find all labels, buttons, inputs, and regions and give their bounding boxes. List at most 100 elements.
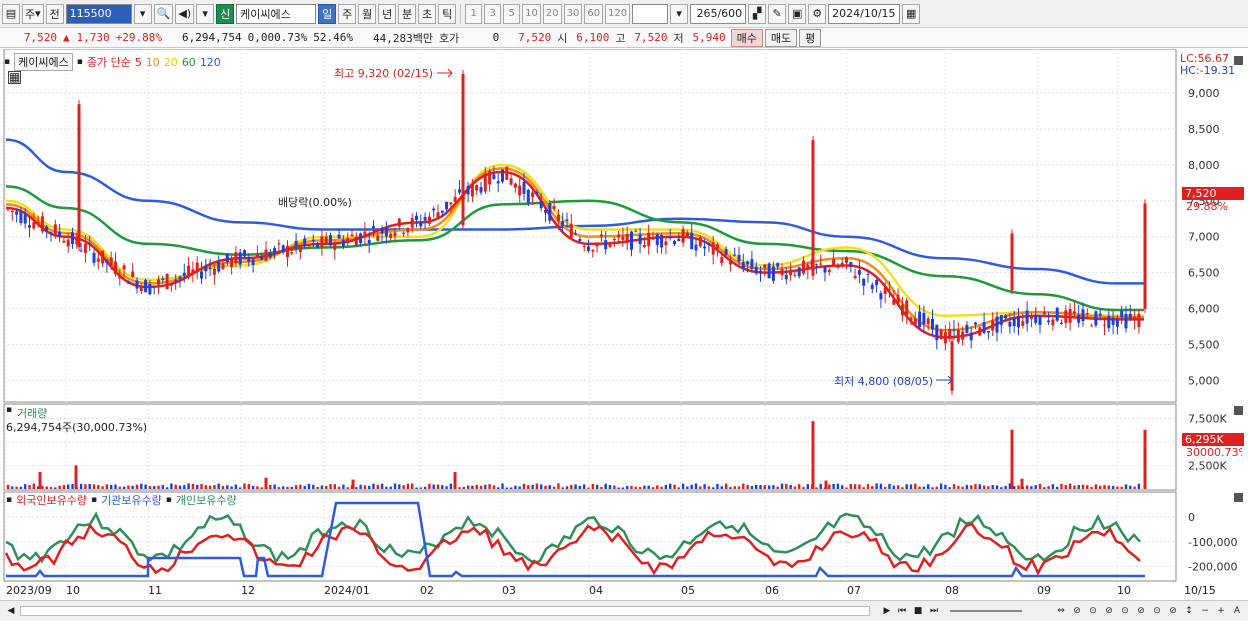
speaker-dropdown-icon[interactable]: ▾ <box>196 3 215 24</box>
interval-30[interactable]: 30 <box>563 3 583 24</box>
stock-name-label[interactable]: 케이씨에스 <box>14 53 73 71</box>
volume-bar <box>1038 483 1042 489</box>
zoom-in-icon[interactable]: + <box>1214 604 1228 618</box>
candle-body <box>169 283 173 286</box>
ma10-label[interactable]: 10 <box>146 56 160 69</box>
ma60-label[interactable]: 60 <box>182 56 196 69</box>
pane-close-icon[interactable] <box>1234 406 1243 415</box>
volume-bar <box>591 483 594 489</box>
foreign-legend[interactable]: 외국인보유수량 <box>16 492 87 508</box>
period-tick[interactable]: 틱 <box>438 3 457 24</box>
tool-icon[interactable]: ⊘ <box>1102 604 1116 618</box>
settings-icon[interactable]: ⚙ <box>808 3 827 24</box>
grid-toggle-icon[interactable]: ▦ <box>8 71 21 84</box>
period-year[interactable]: 년 <box>378 3 397 24</box>
last-page-icon[interactable]: ⏭ <box>927 604 941 618</box>
candle-body <box>28 225 31 228</box>
volume-bar <box>939 483 943 489</box>
ma5-label[interactable]: 5 <box>135 56 142 69</box>
candle-body <box>544 210 547 213</box>
zoom-slider[interactable] <box>950 610 1022 612</box>
pane-close-icon[interactable] <box>1234 493 1243 502</box>
chart-type-icon[interactable]: ▞ <box>748 3 767 24</box>
scroll-left-icon[interactable]: ◀ <box>4 604 18 618</box>
stop-icon[interactable]: ■ <box>911 604 925 618</box>
volume-bar <box>208 485 212 489</box>
scroll-right-icon[interactable]: ▶ <box>880 604 894 618</box>
interval-3[interactable]: 3 <box>484 3 502 24</box>
tool-icon[interactable]: ⊙ <box>1086 604 1100 618</box>
candle-body <box>79 250 83 252</box>
save-icon[interactable]: ▣ <box>788 3 807 24</box>
candle-body <box>509 178 513 185</box>
interval-10[interactable]: 10 <box>522 3 541 24</box>
draw-tool-icon[interactable]: ✎ <box>768 3 787 24</box>
x-axis-end-label: 10/15 <box>1184 584 1216 597</box>
volume-bar <box>931 487 934 489</box>
period-month[interactable]: 월 <box>358 3 377 24</box>
market-select[interactable]: 주 ▾ <box>22 3 44 24</box>
calendar-icon[interactable]: ▦ <box>902 3 921 24</box>
ma120-label[interactable]: 120 <box>200 56 221 69</box>
x-axis-label: 2023/09 <box>6 584 52 597</box>
interval-120[interactable]: 120 <box>605 3 631 24</box>
tool-icon[interactable]: ⊙ <box>1118 604 1132 618</box>
volume-pct: 52.46% <box>313 31 353 44</box>
count-field[interactable]: 265/600 <box>690 3 747 24</box>
candle-body <box>771 266 775 281</box>
search-icon[interactable]: 🔍 <box>153 3 174 24</box>
volume-bar <box>922 486 926 489</box>
window-menu-icon[interactable]: ▤ <box>2 3 20 24</box>
candle-body <box>6 207 10 210</box>
speaker-icon[interactable]: ◀) <box>175 3 195 24</box>
price-tick-label: 6,500 <box>1188 267 1220 280</box>
zoom-fit-icon[interactable]: ⇔ <box>1054 604 1068 618</box>
period-minute[interactable]: 분 <box>398 3 417 24</box>
candle-body <box>1128 313 1132 319</box>
volume-bar <box>1043 487 1046 489</box>
buy-button[interactable]: 매수 <box>730 28 763 47</box>
tool-icon[interactable]: ⊘ <box>1166 604 1180 618</box>
scrollbar-track[interactable] <box>20 606 870 616</box>
first-page-icon[interactable]: ⏮ <box>895 604 909 618</box>
prev-button[interactable]: 전 <box>45 3 64 24</box>
chart-canvas[interactable]: 9,0008,5008,0007,5007,0006,5006,0005,500… <box>0 49 1248 600</box>
tool-icon[interactable]: ⊘ <box>1134 604 1148 618</box>
legend-handle-icon[interactable]: ▪ <box>4 57 10 67</box>
holding-handle-icon[interactable]: ▪ <box>6 495 12 505</box>
zoom-out-icon[interactable]: − <box>1198 604 1212 618</box>
volume-handle-icon[interactable]: ▪ <box>6 405 12 415</box>
candle-body <box>950 341 954 391</box>
period-week[interactable]: 주 <box>338 3 357 24</box>
interval-20[interactable]: 20 <box>542 3 562 24</box>
eval-button[interactable]: 평 <box>799 28 822 47</box>
candle-body <box>952 329 956 331</box>
pane-close-icon[interactable] <box>1234 56 1243 65</box>
interval-5[interactable]: 5 <box>503 3 521 24</box>
interval-1[interactable]: 1 <box>465 3 483 24</box>
period-second[interactable]: 초 <box>418 3 437 24</box>
candle-body <box>939 329 943 340</box>
font-size-icon[interactable]: A <box>1230 604 1244 618</box>
volume-spike-bar <box>1010 429 1014 489</box>
ma-legend-title[interactable]: 종가 단순 <box>87 54 131 70</box>
individual-legend[interactable]: 개인보유수량 <box>176 492 237 508</box>
period-day[interactable]: 일 <box>318 3 337 24</box>
code-input[interactable]: 115500 <box>65 3 132 24</box>
interval-custom-input[interactable] <box>632 3 669 24</box>
interval-60[interactable]: 60 <box>584 3 604 24</box>
interval-dropdown-icon[interactable]: ▾ <box>670 3 689 24</box>
sell-button[interactable]: 매도 <box>764 28 798 47</box>
chart-area: 9,000 8,500 8,000 7,500 7,000 6,500 6,000 5,500… <box>0 49 1248 600</box>
candle-body <box>440 210 444 213</box>
inst-legend[interactable]: 기관보유수량 <box>101 492 162 508</box>
new-button[interactable]: 신 <box>216 3 235 24</box>
volume-bar <box>905 484 908 489</box>
chart-menu-icon[interactable]: ↕ <box>1182 604 1196 618</box>
volume-bar <box>522 483 526 489</box>
tool-icon[interactable]: ⊙ <box>1150 604 1164 618</box>
tool-icon[interactable]: ⊘ <box>1070 604 1084 618</box>
code-dropdown-icon[interactable]: ▾ <box>133 3 152 24</box>
ma20-label[interactable]: 20 <box>164 56 178 69</box>
date-input[interactable]: 2024/10/15 <box>828 3 901 24</box>
